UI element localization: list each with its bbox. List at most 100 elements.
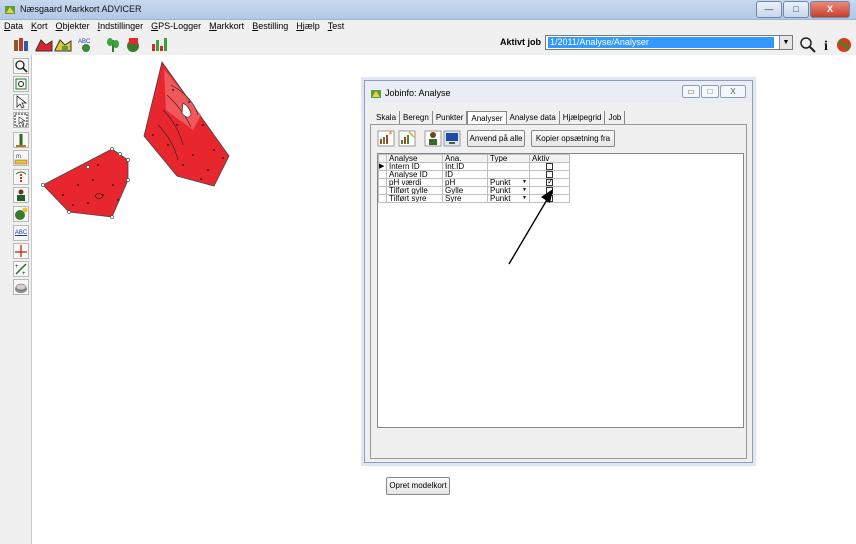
select-icon[interactable] bbox=[13, 112, 29, 128]
table-row[interactable]: pH værdi pH Punkt ▼ bbox=[378, 178, 570, 187]
tab-analyse-data[interactable]: Analyse data bbox=[507, 111, 560, 125]
menu-hjaelp[interactable]: Hjælp bbox=[292, 20, 324, 33]
zoom-icon[interactable] bbox=[13, 58, 29, 74]
add-analysis-icon[interactable] bbox=[377, 130, 395, 147]
chevron-down-icon[interactable]: ▼ bbox=[522, 196, 527, 202]
cell-ana[interactable]: pH bbox=[442, 178, 488, 187]
dialog-close-button[interactable]: X bbox=[720, 85, 746, 98]
menu-data[interactable]: Data bbox=[0, 20, 27, 33]
cell-analyse[interactable]: Tilført gylle bbox=[386, 186, 443, 195]
cell-analyse[interactable]: Analyse ID bbox=[386, 170, 443, 179]
cell-ana[interactable]: Int.ID bbox=[442, 162, 488, 171]
aktiv-checkbox[interactable] bbox=[546, 179, 554, 186]
cell-type-value: Punkt bbox=[490, 186, 511, 195]
menu-objekter[interactable]: Objekter bbox=[52, 20, 94, 33]
library-icon[interactable] bbox=[12, 36, 30, 53]
row-header-cell[interactable] bbox=[378, 178, 387, 187]
field-edit-icon[interactable] bbox=[54, 36, 72, 53]
jobinfo-dialog: Jobinfo: Analyse ▭ □ X Skala Beregn Punk… bbox=[364, 80, 753, 495]
apply-all-button[interactable]: Anvend på alle bbox=[467, 130, 525, 147]
marker-icon[interactable] bbox=[13, 132, 29, 148]
left-toolbar: m ABC + + bbox=[0, 55, 32, 544]
info-icon[interactable]: i bbox=[818, 36, 836, 53]
search-icon[interactable] bbox=[799, 36, 817, 53]
chevron-down-icon[interactable]: ▼ bbox=[522, 180, 527, 186]
monitor-icon[interactable] bbox=[443, 130, 461, 147]
tab-hjaelpegrid[interactable]: Hjælpegrid bbox=[560, 111, 606, 125]
column-header-analyse[interactable]: Analyse bbox=[386, 154, 443, 163]
row-header-cell[interactable] bbox=[378, 194, 387, 203]
chart-bars-icon[interactable] bbox=[150, 36, 168, 53]
aktiv-checkbox[interactable] bbox=[546, 171, 553, 178]
column-header-ana[interactable]: Ana. bbox=[442, 154, 488, 163]
aktiv-checkbox[interactable] bbox=[546, 187, 553, 194]
crosshair-icon[interactable] bbox=[13, 243, 29, 259]
svg-text:+: + bbox=[15, 264, 19, 270]
minimize-button[interactable]: — bbox=[756, 1, 782, 18]
cell-ana[interactable]: Gylle bbox=[442, 186, 488, 195]
distance-icon[interactable]: + + bbox=[13, 261, 29, 277]
cell-analyse[interactable]: Tilført syre bbox=[386, 194, 443, 203]
tab-job[interactable]: Job bbox=[605, 111, 626, 125]
add-point-icon[interactable] bbox=[13, 206, 29, 222]
maximize-button[interactable]: □ bbox=[783, 1, 809, 18]
cell-type[interactable] bbox=[487, 170, 530, 179]
chevron-down-icon[interactable]: ▼ bbox=[522, 188, 527, 194]
table-row[interactable]: Tilført syre Syre Punkt ▼ bbox=[378, 194, 570, 203]
soil-sample-icon[interactable] bbox=[424, 130, 442, 147]
row-header-cell[interactable] bbox=[378, 186, 387, 195]
aktiv-checkbox[interactable] bbox=[546, 195, 553, 202]
menu-gps-logger[interactable]: GPS-Logger bbox=[147, 20, 205, 33]
cell-type[interactable]: Punkt ▼ bbox=[487, 178, 530, 187]
eraser-icon[interactable] bbox=[13, 279, 29, 295]
dialog-maximize-button[interactable]: □ bbox=[701, 85, 719, 98]
abc-label-icon[interactable]: ABC bbox=[77, 36, 95, 53]
cell-type[interactable]: Punkt ▼ bbox=[487, 186, 530, 195]
row-header-cell bbox=[378, 154, 387, 163]
table-row[interactable]: ▶ Intern ID Int.ID bbox=[378, 162, 570, 171]
tab-beregn[interactable]: Beregn bbox=[400, 111, 433, 125]
cell-type[interactable]: Punkt ▼ bbox=[487, 194, 530, 203]
crop-icon[interactable] bbox=[104, 36, 122, 53]
column-header-aktiv[interactable]: Aktiv bbox=[529, 154, 570, 163]
edit-analysis-icon[interactable] bbox=[398, 130, 416, 147]
menu-bestilling[interactable]: Bestilling bbox=[248, 20, 292, 33]
aktiv-job-label: Aktivt job bbox=[500, 37, 542, 47]
abc-text-icon[interactable]: ABC bbox=[13, 225, 29, 241]
cell-analyse[interactable]: Intern ID bbox=[386, 162, 443, 171]
close-button[interactable]: X bbox=[810, 1, 850, 18]
aktiv-job-select[interactable]: 1/2011/Analyse/Analyser ▼ bbox=[545, 35, 793, 50]
chevron-down-icon[interactable]: ▼ bbox=[779, 36, 792, 49]
column-header-type[interactable]: Type bbox=[487, 154, 530, 163]
current-row-indicator-icon[interactable]: ▶ bbox=[378, 162, 387, 171]
create-model-map-button[interactable]: Opret modelkort bbox=[386, 477, 450, 495]
field-upper[interactable] bbox=[143, 61, 230, 187]
table-row[interactable]: Tilført gylle Gylle Punkt ▼ bbox=[378, 186, 570, 195]
dialog-minimize-button[interactable]: ▭ bbox=[682, 85, 700, 98]
soil-sample-icon[interactable] bbox=[13, 169, 29, 185]
aktiv-checkbox[interactable] bbox=[546, 163, 553, 170]
field-icon[interactable] bbox=[35, 36, 53, 53]
tab-skala[interactable]: Skala bbox=[373, 111, 401, 125]
cell-type[interactable] bbox=[487, 162, 530, 171]
aktiv-job-value: 1/2011/Analyse/Analyser bbox=[548, 37, 774, 48]
measure-icon[interactable]: m bbox=[13, 150, 29, 166]
menu-test[interactable]: Test bbox=[324, 20, 349, 33]
pointer-icon[interactable] bbox=[13, 94, 29, 110]
table-row[interactable]: Analyse ID ID bbox=[378, 170, 570, 179]
field-lower[interactable] bbox=[41, 147, 130, 219]
person-icon[interactable] bbox=[13, 187, 29, 203]
menu-markkort[interactable]: Markkort bbox=[205, 20, 248, 33]
cell-ana[interactable]: ID bbox=[442, 170, 488, 179]
tab-punkter[interactable]: Punkter bbox=[433, 111, 468, 125]
menu-kort[interactable]: Kort bbox=[27, 20, 52, 33]
row-header-cell[interactable] bbox=[378, 170, 387, 179]
cell-analyse[interactable]: pH værdi bbox=[386, 178, 443, 187]
copy-setup-button[interactable]: Kopier opsætning fra bbox=[531, 130, 615, 147]
cell-ana[interactable]: Syre bbox=[442, 194, 488, 203]
menu-indstillinger[interactable]: Indstillinger bbox=[94, 20, 148, 33]
zoom-fit-icon[interactable] bbox=[13, 76, 29, 92]
field-paint-icon[interactable] bbox=[124, 36, 142, 53]
stop-icon[interactable] bbox=[835, 36, 853, 53]
tab-analyser[interactable]: Analyser bbox=[467, 111, 507, 125]
